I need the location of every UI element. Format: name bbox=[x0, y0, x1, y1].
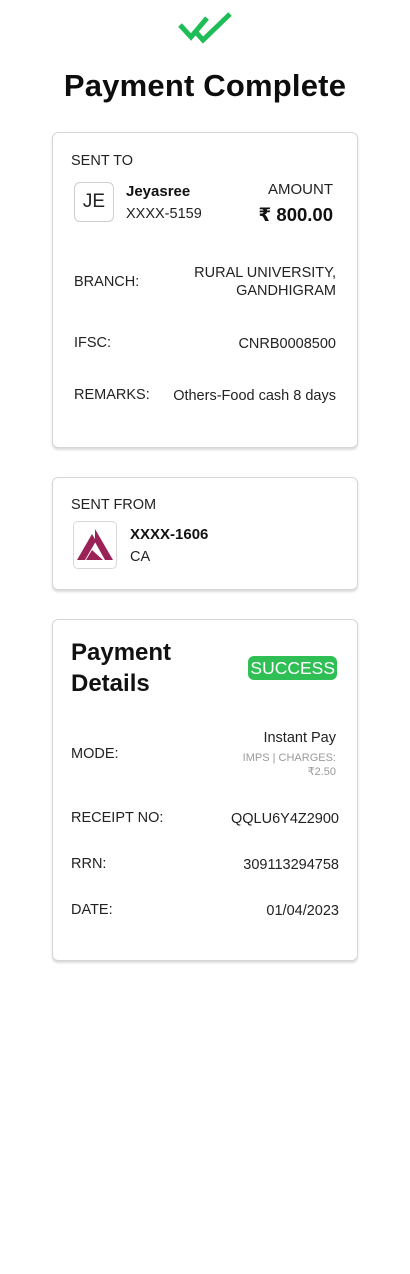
date-label: DATE: bbox=[71, 902, 113, 918]
recipient-avatar: JE bbox=[74, 182, 114, 222]
remarks-label: REMARKS: bbox=[74, 387, 150, 403]
sender-account: XXXX-1606 bbox=[130, 526, 209, 543]
sent-to-label: SENT TO bbox=[71, 153, 134, 169]
page-title: Payment Complete bbox=[63, 68, 347, 103]
amount-value: ₹ 800.00 bbox=[258, 204, 333, 225]
payment-details-card: Payment Details SUCCESS MODE: Instant Pa… bbox=[52, 619, 358, 961]
sent-from-card: SENT FROM XXXX-1606 CA bbox=[52, 477, 358, 590]
amount-label: AMOUNT bbox=[268, 181, 333, 198]
sender-account-type: CA bbox=[130, 549, 151, 565]
rrn-value: 309113294758 bbox=[243, 857, 339, 873]
ifsc-value: CNRB0008500 bbox=[238, 336, 336, 352]
ifsc-label: IFSC: bbox=[74, 335, 112, 351]
receipt-value: QQLU6Y4Z2900 bbox=[230, 811, 339, 827]
sent-from-label: SENT FROM bbox=[71, 497, 157, 513]
mode-value: Instant Pay bbox=[263, 730, 336, 746]
bank-logo-icon bbox=[77, 529, 113, 560]
double-check-icon bbox=[178, 12, 232, 44]
sent-to-card: SENT TO JE Jeyasree XXXX-5159 AMOUNT ₹ 8… bbox=[52, 132, 358, 448]
date-value: 01/04/2023 bbox=[266, 903, 339, 919]
mode-label: MODE: bbox=[71, 746, 119, 762]
payment-details-title: Payment Details bbox=[71, 639, 172, 697]
mode-charges: IMPS | CHARGES: ₹2.50 bbox=[242, 752, 336, 778]
rrn-label: RRN: bbox=[71, 856, 107, 872]
recipient-account: XXXX-5159 bbox=[126, 206, 202, 222]
recipient-name: Jeyasree bbox=[126, 183, 191, 200]
remarks-value: Others-Food cash 8 days bbox=[173, 388, 336, 404]
axis-bank-logo bbox=[73, 521, 117, 569]
branch-label: BRANCH: bbox=[74, 274, 140, 290]
receipt-label: RECEIPT NO: bbox=[71, 810, 164, 826]
branch-value: RURAL UNIVERSITY, GANDHIGRAM bbox=[194, 265, 336, 299]
status-badge: SUCCESS bbox=[248, 656, 337, 680]
